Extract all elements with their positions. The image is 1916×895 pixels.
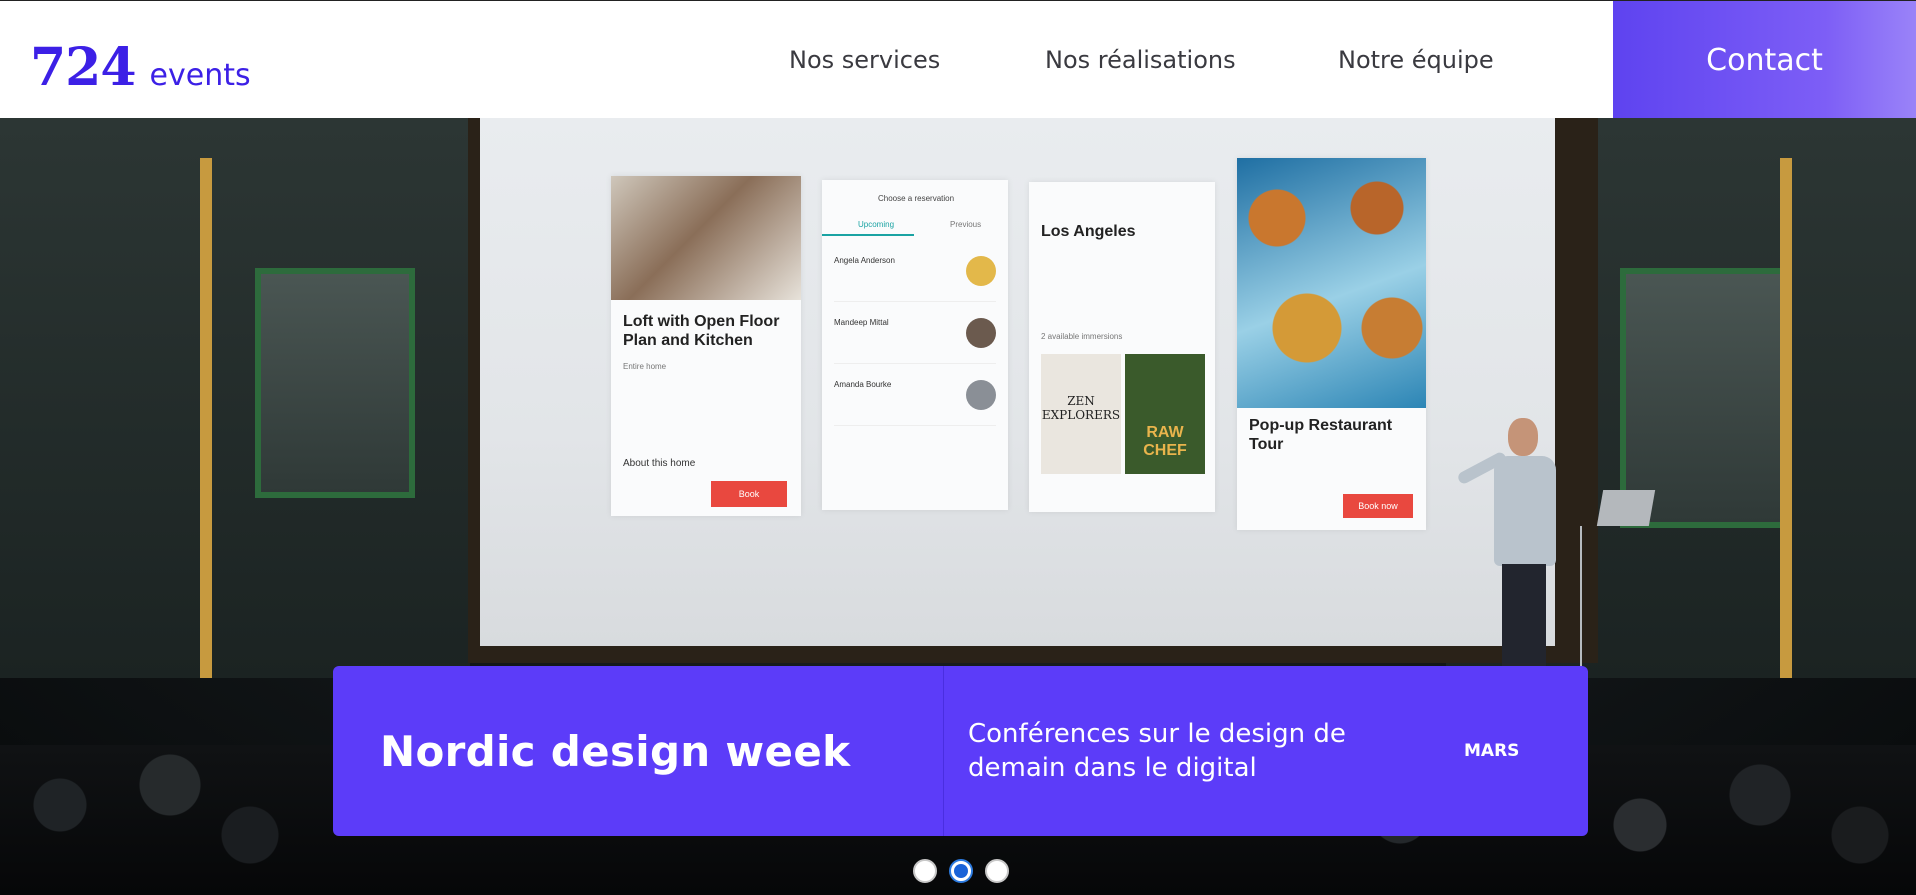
nav-link-equipe[interactable]: Notre équipe — [1338, 46, 1494, 74]
screen-card-restaurant: Pop-up Restaurant Tour Book now — [1237, 158, 1426, 530]
slide-dot-3[interactable] — [985, 859, 1009, 883]
screen-card-reservations: Choose a reservation Upcoming Previous A… — [822, 180, 1008, 510]
screen-card-listing: Loft with Open Floor Plan and Kitchen En… — [611, 176, 801, 516]
nav-link-services[interactable]: Nos services — [789, 46, 940, 74]
slider-pagination — [913, 859, 1009, 883]
site-header: 724 events Nos services Nos réalisations… — [0, 0, 1916, 119]
slide-dot-1[interactable] — [913, 859, 937, 883]
logo-word: events — [149, 58, 251, 93]
slide-dot-2[interactable] — [949, 859, 973, 883]
event-month: MARS — [1464, 741, 1520, 761]
event-description: Conférences sur le design de demain dans… — [968, 719, 1346, 783]
logo-number: 724 — [30, 37, 137, 98]
nav-link-realisations[interactable]: Nos réalisations — [1045, 46, 1236, 74]
event-title: Nordic design week — [380, 726, 851, 776]
screen-card-city: Los Angeles 2 available immersions ZEN E… — [1029, 182, 1215, 512]
brand-logo[interactable]: 724 events — [30, 37, 251, 98]
event-card[interactable]: Nordic design week Conférences sur le de… — [333, 666, 1588, 836]
contact-button[interactable]: Contact — [1613, 1, 1916, 119]
presenter-figure — [1456, 418, 1562, 708]
